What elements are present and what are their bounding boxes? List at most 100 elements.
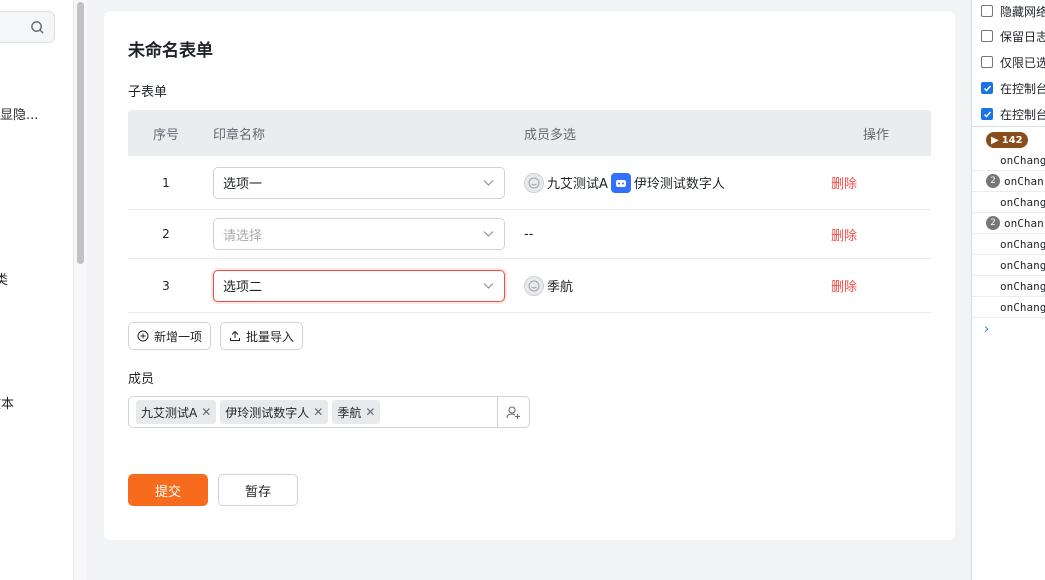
sidebar-item-label[interactable]: 文本 (0, 393, 14, 412)
option-label: 在控制台 (1000, 107, 1045, 122)
column-header-seq: 序号 (152, 127, 179, 143)
column-header-seal: 印章名称 (213, 127, 266, 143)
devtools-option[interactable]: 仅限已选 (981, 52, 1045, 72)
seal-select[interactable]: 选项二 (213, 269, 505, 302)
select-placeholder: 请选择 (223, 228, 263, 244)
message-count: 142 (1001, 134, 1023, 146)
checkbox-checked[interactable] (981, 82, 993, 94)
delete-row-button[interactable]: 删除 (831, 229, 857, 244)
close-icon[interactable]: ✕ (365, 405, 375, 419)
sidebar-item-label[interactable]: 类 (0, 269, 8, 288)
column-header-action: 操作 (863, 127, 890, 143)
table-row: 1 选项一 九艾测试A 伊玲测试数字人 删除 (128, 156, 931, 210)
option-label: 保留日志 (1000, 29, 1045, 44)
message-count-badge[interactable]: ▶ 142 (986, 132, 1028, 148)
select-value: 选项二 (223, 280, 263, 295)
sidebar-scrollbar[interactable] (73, 0, 87, 580)
console-log-row[interactable]: onChang (972, 255, 1045, 276)
devtools-option[interactable]: 隐藏网络 (981, 1, 1045, 21)
member-tag-label: 九艾测试A (141, 405, 198, 420)
delete-row-button[interactable]: 删除 (831, 280, 857, 295)
column-header-members: 成员多选 (524, 127, 577, 143)
log-text: onChang (1000, 195, 1045, 209)
search-icon[interactable] (30, 20, 45, 35)
batch-import-button[interactable]: 批量导入 (220, 322, 304, 350)
seal-select[interactable]: 选项一 (213, 166, 505, 199)
row-seq: 3 (162, 278, 170, 293)
members-picker[interactable]: 九艾测试A ✕ 伊玲测试数字人 ✕ 季航 ✕ (128, 396, 530, 428)
form-card: 未命名表单 子表单 序号 印章名称 成员多选 操作 1 选项一 九艾测试A 伊玲… (104, 11, 955, 540)
divider (972, 126, 1045, 127)
repeat-count-badge: 2 (986, 216, 1000, 230)
console-log-row[interactable]: 2 onChan (972, 171, 1045, 192)
checkbox[interactable] (981, 30, 993, 42)
log-text: onChang (1000, 237, 1045, 251)
log-text: onChang (1000, 279, 1045, 293)
close-icon[interactable]: ✕ (201, 405, 211, 419)
members-label: 成员 (128, 372, 155, 387)
chevron-down-icon (483, 282, 494, 289)
devtools-option[interactable]: 在控制台 (981, 104, 1045, 124)
sidebar-item-label[interactable]: 显隐... (0, 104, 38, 123)
save-draft-button[interactable]: 暂存 (218, 474, 298, 506)
scrollbar-thumb[interactable] (77, 2, 84, 264)
plus-circle-icon (137, 330, 149, 342)
console-log-row[interactable]: 2 onChan (972, 213, 1045, 234)
delete-row-button[interactable]: 删除 (831, 177, 857, 192)
repeat-count-badge: 2 (986, 174, 1000, 188)
member-tag: 九艾测试A ✕ (136, 400, 217, 424)
select-value: 选项一 (223, 177, 263, 192)
member-tag: 季航 ✕ (332, 400, 381, 424)
checkbox[interactable] (981, 56, 993, 68)
table-row: 2 请选择 -- 删除 (128, 210, 931, 259)
member-tag-label: 伊玲测试数字人 (225, 405, 310, 420)
console-log-row[interactable]: onChang (972, 150, 1045, 171)
member-list: 季航 (524, 275, 820, 296)
play-icon: ▶ (991, 134, 999, 146)
option-label: 在控制台 (1000, 81, 1045, 96)
row-seq: 1 (162, 175, 170, 190)
log-text: onChang (1000, 258, 1045, 272)
member-name: 九艾测试A (547, 177, 608, 192)
member-empty: -- (524, 226, 534, 242)
chevron-down-icon (483, 231, 494, 237)
avatar (524, 172, 544, 193)
devtools-panel: 隐藏网络 保留日志 仅限已选 在控制台 在控制台 ▶ 142 onChang 2o… (971, 0, 1045, 580)
avatar (610, 172, 631, 193)
console-log-row[interactable]: onChang (972, 297, 1045, 318)
sidebar-search-input[interactable] (0, 11, 55, 43)
log-text: onChan (1004, 216, 1044, 230)
chevron-down-icon (483, 179, 494, 186)
close-icon[interactable]: ✕ (313, 405, 323, 419)
log-text: onChan (1004, 174, 1044, 188)
console-prompt-chevron-icon[interactable]: › (984, 322, 989, 337)
avatar (524, 275, 544, 296)
checkbox-checked[interactable] (981, 108, 993, 120)
member-tag: 伊玲测试数字人 ✕ (220, 400, 329, 424)
subform-label: 子表单 (128, 85, 168, 100)
console-log-row[interactable]: onChang (972, 192, 1045, 213)
table-row: 3 选项二 季航 删除 (128, 259, 931, 313)
row-seq: 2 (162, 227, 170, 241)
submit-button[interactable]: 提交 (128, 474, 208, 506)
devtools-option[interactable]: 在控制台 (981, 78, 1045, 98)
subform-table: 序号 印章名称 成员多选 操作 1 选项一 九艾测试A 伊玲测试数字人 删除 2… (128, 110, 931, 313)
add-row-button[interactable]: 新增一项 (128, 322, 212, 350)
option-label: 仅限已选 (1000, 55, 1045, 70)
checkbox[interactable] (981, 5, 993, 17)
upload-icon (230, 330, 240, 341)
member-name: 伊玲测试数字人 (633, 177, 725, 192)
left-sidebar: 显隐... 类 文本 (0, 0, 73, 580)
add-row-label: 新增一项 (154, 329, 203, 344)
devtools-option[interactable]: 保留日志 (981, 26, 1045, 46)
batch-import-label: 批量导入 (246, 329, 295, 344)
table-header: 序号 印章名称 成员多选 操作 (128, 110, 931, 156)
log-text: onChang (1000, 153, 1045, 167)
member-name: 季航 (547, 280, 574, 295)
console-log-row[interactable]: onChang (972, 234, 1045, 255)
console-log-row[interactable]: onChang (972, 276, 1045, 297)
seal-select[interactable]: 请选择 (213, 218, 505, 250)
form-title: 未命名表单 (128, 41, 213, 61)
option-label: 隐藏网络 (1000, 4, 1045, 19)
add-user-icon[interactable] (497, 397, 529, 427)
